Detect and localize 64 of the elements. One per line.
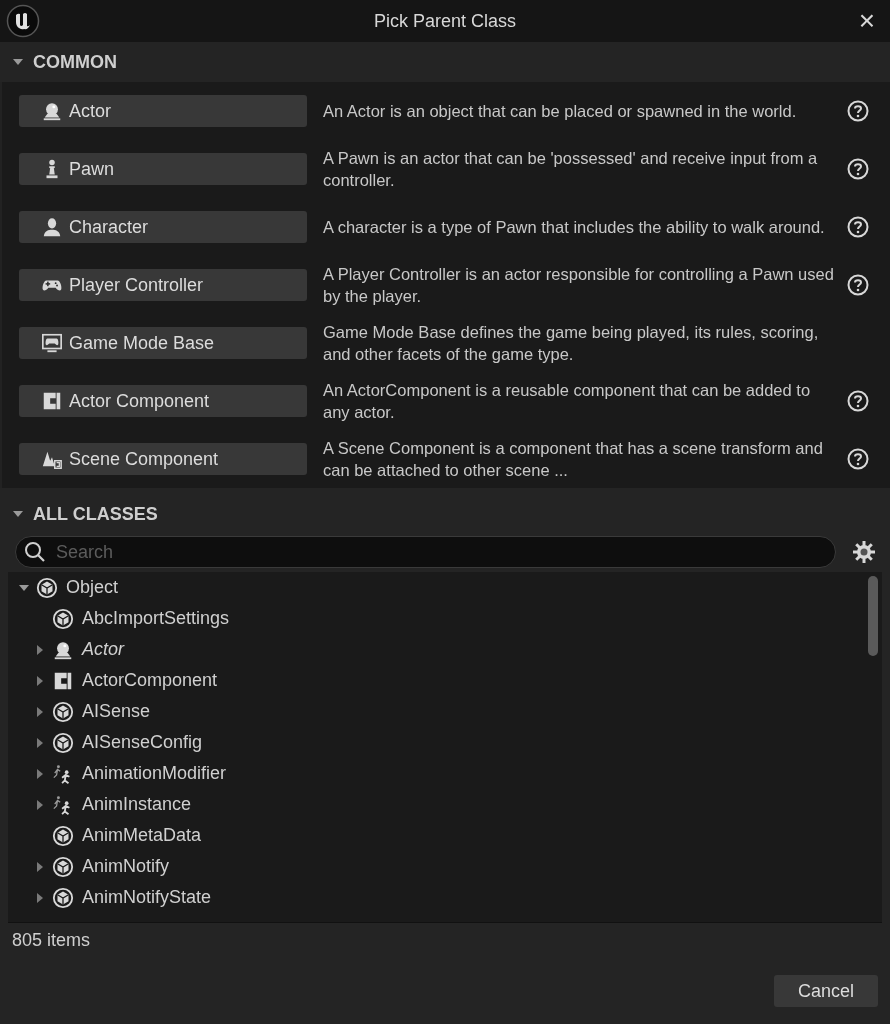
- caret-icon[interactable]: [13, 509, 23, 519]
- cube-icon: [36, 576, 58, 599]
- help-icon[interactable]: [847, 158, 869, 180]
- class-button[interactable]: Pawn: [19, 153, 307, 185]
- sphere-on-stand-icon: [41, 100, 63, 122]
- person-icon: [41, 216, 63, 238]
- monitor-gamepad-icon: [41, 332, 63, 354]
- class-button[interactable]: Actor: [19, 95, 307, 127]
- caret-icon[interactable]: [35, 768, 45, 779]
- class-name[interactable]: Actor: [82, 636, 124, 663]
- class-name[interactable]: AnimMetaData: [82, 822, 202, 849]
- class-description: Game Mode Base defines the game being played, its rules, scoring, and other facets of the game type.: [323, 322, 820, 365]
- settings-icon[interactable]: [852, 540, 876, 564]
- caret-icon[interactable]: [13, 57, 23, 67]
- caret-icon[interactable]: [35, 675, 45, 686]
- class-description: A Pawn is an actor that can be 'possessed' and receive input from a controller.: [323, 148, 819, 191]
- caret-icon[interactable]: [35, 799, 45, 810]
- class-name[interactable]: AnimationModifier: [82, 760, 227, 787]
- caret-icon[interactable]: [35, 706, 45, 717]
- caret-icon[interactable]: [35, 892, 45, 903]
- help-icon[interactable]: [847, 448, 869, 470]
- cube-icon: [52, 824, 74, 847]
- section-header[interactable]: COMMON: [0, 42, 890, 82]
- cube-icon: [52, 886, 74, 909]
- search-icon: [24, 541, 46, 563]
- class-description: A Scene Component is a component that has a scene transform and can be attached to other scene ...: [323, 438, 824, 481]
- caret-icon[interactable]: [19, 582, 29, 593]
- class-button[interactable]: Player Controller: [19, 269, 307, 301]
- help-icon[interactable]: [847, 216, 869, 238]
- class-name[interactable]: ActorComponent: [82, 667, 218, 694]
- cube-icon: [52, 700, 74, 723]
- class-description: An Actor is an object that can be placed or spawned in the world.: [323, 101, 798, 122]
- scrollbar[interactable]: [868, 576, 878, 656]
- item-count: 805 items: [12, 929, 91, 952]
- window-title: Pick Parent Class: [373, 9, 517, 33]
- class-button[interactable]: Scene Component: [19, 443, 307, 475]
- caret-icon[interactable]: [35, 644, 45, 655]
- class-name[interactable]: AISense: [82, 698, 151, 725]
- class-description: An ActorComponent is a reusable component that can be added to any actor.: [323, 380, 812, 423]
- section-header[interactable]: ALL CLASSES: [0, 488, 890, 532]
- caret-icon[interactable]: [35, 737, 45, 748]
- cube-icon: [52, 607, 74, 630]
- logo-icon: [6, 4, 40, 38]
- cancel-button[interactable]: Cancel: [774, 975, 878, 1007]
- search-field[interactable]: Search: [15, 536, 836, 568]
- cube-icon: [52, 731, 74, 754]
- caret-icon[interactable]: [35, 861, 45, 872]
- cube-icon: [52, 855, 74, 878]
- class-name[interactable]: AbcImportSettings: [82, 605, 230, 632]
- help-icon[interactable]: [847, 390, 869, 412]
- class-button[interactable]: Game Mode Base: [19, 327, 307, 359]
- help-icon[interactable]: [847, 100, 869, 122]
- class-button[interactable]: Actor Component: [19, 385, 307, 417]
- help-icon[interactable]: [847, 274, 869, 296]
- class-name[interactable]: AnimNotifyState: [82, 884, 212, 911]
- class-description: A character is a type of Pawn that includes the ability to walk around.: [323, 217, 826, 238]
- class-name[interactable]: AnimInstance: [82, 791, 192, 818]
- class-name[interactable]: AnimNotify: [82, 853, 170, 880]
- class-name[interactable]: AISenseConfig: [82, 729, 203, 756]
- class-name[interactable]: Object: [66, 574, 119, 601]
- close-button[interactable]: ×: [850, 4, 884, 38]
- class-button[interactable]: Character: [19, 211, 307, 243]
- class-description: A Player Controller is an actor responsible for controlling a Pawn used by the player.: [323, 264, 835, 307]
- component-icon: [41, 390, 63, 412]
